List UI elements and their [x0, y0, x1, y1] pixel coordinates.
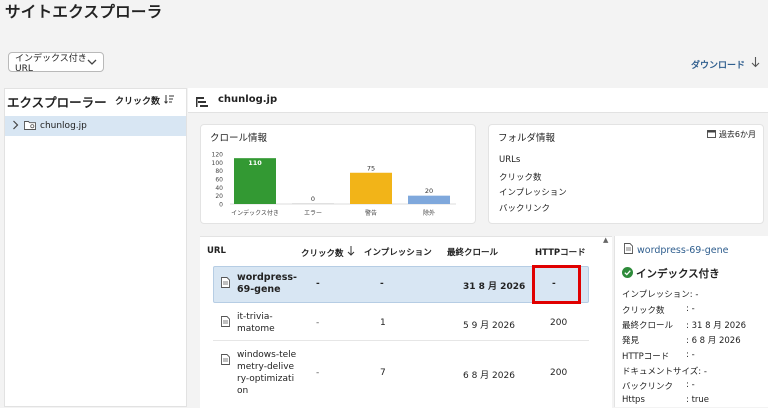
column-header-clicks[interactable]: クリック数	[301, 246, 355, 259]
calendar-icon	[706, 129, 716, 140]
detail-field: 最終クロール: 31 8 月 2026	[622, 321, 747, 331]
row-clicks: -	[316, 279, 320, 289]
row-clicks: -	[316, 318, 320, 328]
folder-urls-label: URLs	[499, 155, 521, 165]
document-icon	[624, 243, 633, 257]
column-header-clicks-label: クリック数	[301, 248, 344, 259]
explorer-sort-button[interactable]: クリック数	[115, 94, 175, 107]
column-header-last-crawl[interactable]: 最終クロール	[447, 246, 498, 258]
scroll-up-icon[interactable]: ▲	[603, 236, 608, 244]
y-tick-label: 60	[215, 177, 223, 184]
y-tick-label: 40	[215, 185, 223, 192]
document-icon	[221, 273, 230, 292]
detail-field: ドキュメントサイズ: -	[622, 367, 707, 377]
period-label: 過去6か月	[718, 130, 756, 139]
folder-impressions-label: インプレッション	[499, 188, 567, 198]
x-tick-label: インデックス付き	[231, 209, 279, 217]
row-http: 200	[550, 318, 568, 328]
row-impressions: 7	[380, 368, 386, 378]
crawl-info-title: クロール情報	[210, 133, 268, 144]
bar-value-label: 110	[248, 159, 262, 167]
highlight-annotation	[532, 265, 581, 304]
sort-icon	[164, 94, 175, 107]
bar-value-label: 20	[425, 187, 433, 195]
explorer-sort-label: クリック数	[115, 97, 161, 107]
chevron-down-icon	[87, 57, 97, 70]
row-last-crawl: 31 8 月 2026	[463, 282, 526, 292]
folder-icon	[24, 120, 36, 133]
folder-backlinks-label: バックリンク	[499, 204, 551, 214]
page-title: サイトエクスプローラ	[5, 3, 163, 21]
indexed-status: インデックス付き	[622, 266, 720, 281]
filter-dropdown[interactable]: インデックス付きURL	[8, 52, 104, 74]
bar-3	[408, 195, 450, 204]
y-tick-label: 120	[212, 152, 224, 159]
column-header-url[interactable]: URL	[207, 246, 226, 256]
y-tick-label: 0	[219, 202, 223, 209]
site-icon	[195, 93, 209, 112]
row-last-crawl: 6 8 月 2026	[463, 371, 515, 381]
detail-title[interactable]: wordpress-69-gene	[624, 243, 729, 257]
download-button[interactable]: ダウンロード	[691, 57, 760, 71]
column-header-http[interactable]: HTTPコード	[535, 246, 586, 258]
document-icon	[221, 350, 230, 369]
sort-desc-icon	[347, 246, 355, 259]
detail-field: インプレッション: -	[622, 290, 699, 300]
tree-item-label: chunlog.jp	[40, 121, 87, 131]
crawl-chart: 120100806040200110インデックス付き0エラー75警告20除外	[212, 152, 456, 217]
detail-field: 発見: 6 8 月 2026	[622, 336, 741, 346]
row-url[interactable]: it-trivia-matome	[237, 311, 292, 335]
folder-info-title: フォルダ情報	[498, 133, 556, 144]
row-divider	[213, 340, 589, 341]
check-circle-icon	[622, 266, 633, 281]
row-url[interactable]: windows-telemetry-delivery-optimization	[237, 349, 297, 397]
detail-field: Https: true	[622, 395, 710, 405]
explorer-title: エクスプローラー	[7, 95, 107, 110]
tree-item-chunlog[interactable]: chunlog.jp	[5, 116, 186, 136]
detail-title-label: wordpress-69-gene	[637, 244, 729, 256]
row-last-crawl: 5 9 月 2026	[463, 321, 515, 331]
detail-field: HTTPコード: -	[622, 350, 695, 362]
row-url[interactable]: wordpress-69-gene	[237, 272, 299, 296]
y-tick-label: 80	[215, 168, 223, 175]
detail-field: クリック数: -	[622, 304, 695, 316]
bar-value-label: 75	[367, 164, 375, 172]
period-selector[interactable]: 過去6か月	[706, 129, 756, 140]
detail-field: バックリンク: -	[622, 380, 695, 392]
row-clicks: -	[316, 368, 320, 378]
download-label: ダウンロード	[690, 60, 745, 71]
breadcrumb-site: chunlog.jp	[218, 94, 278, 105]
download-icon	[751, 57, 760, 71]
y-tick-label: 100	[212, 160, 224, 167]
row-http: 200	[550, 368, 568, 378]
bar-2	[350, 172, 392, 204]
bar-value-label: 0	[311, 195, 315, 203]
x-tick-label: 警告	[365, 209, 377, 217]
bar-1	[292, 203, 334, 204]
row-impressions: -	[380, 279, 384, 289]
y-tick-label: 20	[215, 193, 223, 200]
row-impressions: 1	[380, 318, 386, 328]
indexed-status-label: インデックス付き	[636, 268, 720, 280]
column-header-impressions[interactable]: インプレッション	[364, 246, 432, 258]
x-tick-label: エラー	[304, 210, 322, 217]
x-tick-label: 除外	[423, 209, 435, 217]
folder-clicks-label: クリック数	[499, 173, 542, 183]
document-icon	[221, 312, 230, 331]
chevron-right-icon[interactable]	[12, 120, 19, 133]
